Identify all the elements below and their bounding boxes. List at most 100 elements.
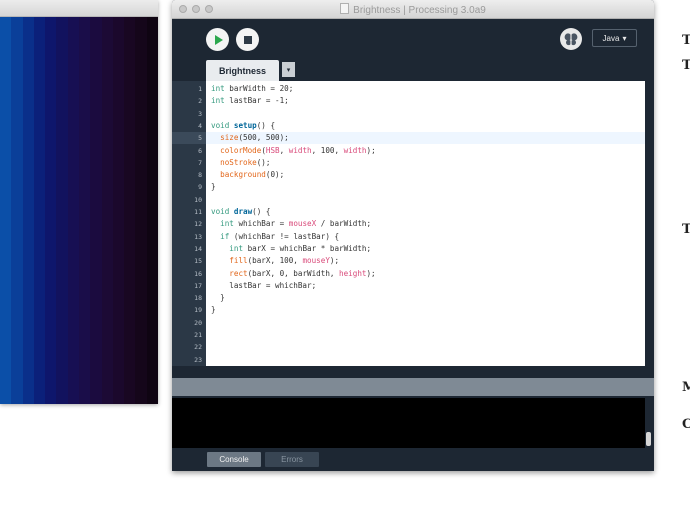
code-token: fill: [229, 256, 248, 266]
line-number: 16: [194, 269, 202, 278]
code-token: HSB: [265, 145, 280, 155]
code-token: );: [329, 256, 340, 266]
run-button[interactable]: [206, 28, 229, 51]
tab-brightness[interactable]: Brightness: [206, 60, 279, 81]
sketch-bar: [90, 17, 102, 404]
code-line: }: [211, 181, 650, 193]
line-number: 23: [194, 355, 202, 364]
line-number: 8: [198, 171, 202, 180]
code-token: rect: [229, 268, 248, 278]
code-token: setup: [233, 120, 257, 130]
ide-titlebar[interactable]: Brightness | Processing 3.0a9: [172, 0, 654, 19]
play-icon: [215, 34, 223, 45]
code-token: mouseY: [302, 256, 330, 266]
code-line: int lastBar = -1;: [211, 95, 650, 107]
code-line: void draw() {: [211, 206, 650, 218]
editor-scrollbar[interactable]: [645, 81, 654, 366]
sketch-bar: [78, 17, 91, 404]
code-token: );: [366, 268, 376, 278]
code-line: void setup() {: [211, 120, 650, 132]
line-number: 4: [198, 121, 202, 130]
sketch-bar: [146, 17, 158, 404]
line-number: 12: [194, 220, 202, 229]
code-token: barWidth = 20;: [224, 84, 294, 93]
sketch-output-window: [0, 0, 158, 404]
code-line: if (whichBar != lastBar) {: [211, 231, 650, 243]
line-number: 17: [194, 281, 202, 290]
code-token: (barX, 100,: [247, 256, 303, 266]
code-token: barX = whichBar * barWidth;: [243, 243, 372, 253]
code-token: int: [220, 219, 234, 229]
sketch-bar: [22, 17, 34, 404]
sketch-window-titlebar[interactable]: [0, 0, 158, 17]
code-line: int whichBar = mouseX / barWidth;: [211, 218, 650, 230]
code-line: lastBar = whichBar;: [211, 280, 650, 292]
sketch-bar: [112, 17, 125, 404]
tab-errors[interactable]: Errors: [265, 452, 319, 467]
edge-text-letter: M: [682, 380, 690, 395]
line-number: 20: [194, 318, 202, 327]
line-number: 22: [194, 343, 202, 352]
code-token: background: [220, 170, 266, 180]
document-icon: [340, 3, 350, 14]
code-line: background(0);: [211, 169, 650, 181]
line-number-gutter: 1 2 3 4 5 6 7 8 9 10 11 12 13 14 15 16 17 18 19 20 21 22 23: [172, 81, 206, 366]
code-token: (500, 500);: [238, 133, 289, 143]
code-text-area[interactable]: int barWidth = 20; int lastBar = -1; void …: [206, 81, 645, 366]
code-token: mouseX: [288, 219, 317, 229]
code-line: }: [211, 292, 650, 304]
edge-text-letter: T: [682, 222, 690, 237]
code-token: whichBar =: [233, 219, 289, 229]
line-number: 2: [198, 97, 202, 106]
console-scrollbar-thumb[interactable]: [646, 432, 651, 446]
code-token: width: [288, 145, 312, 155]
code-token: (0);: [265, 170, 285, 180]
code-token: noStroke: [220, 157, 257, 167]
chevron-down-icon: ▾: [286, 65, 291, 74]
code-line: }: [211, 304, 650, 316]
code-token: lastBar = -1;: [224, 96, 289, 106]
stop-button[interactable]: [236, 28, 259, 51]
sketch-canvas[interactable]: [0, 17, 158, 404]
stop-icon: [243, 35, 252, 44]
line-number: 14: [194, 244, 202, 253]
ide-footer: Console Errors: [172, 448, 654, 471]
debugger-button[interactable]: [560, 28, 582, 50]
code-token: () {: [256, 120, 276, 130]
code-token: int: [211, 84, 225, 93]
code-token: }: [211, 182, 216, 192]
code-token: width: [343, 145, 367, 155]
code-token: if: [220, 231, 230, 241]
code-token: void: [211, 120, 230, 130]
sketch-bar: [101, 17, 113, 404]
code-token: (whichBar != lastBar) {: [229, 231, 340, 241]
line-number: 19: [194, 306, 202, 315]
code-token: height: [339, 268, 367, 278]
code-token: colorMode: [220, 145, 262, 155]
line-number: 11: [194, 208, 202, 216]
line-number: 21: [194, 331, 202, 339]
console-output[interactable]: [172, 398, 645, 448]
line-number: 5: [198, 134, 202, 143]
code-token: int: [211, 96, 225, 106]
tab-menu-button[interactable]: ▾: [282, 62, 295, 77]
line-number: 3: [198, 109, 202, 118]
line-number: 1: [198, 85, 202, 93]
tab-console[interactable]: Console: [207, 452, 261, 467]
line-number: 9: [198, 183, 202, 192]
sketch-bar: [45, 17, 57, 404]
window-title: Brightness | Processing 3.0a9: [172, 3, 654, 16]
code-token: size: [220, 133, 239, 143]
code-token: () {: [252, 207, 271, 216]
mode-selector[interactable]: Java ▾: [592, 29, 637, 47]
line-number: 6: [198, 146, 202, 155]
code-line: int barX = whichBar * barWidth;: [211, 243, 650, 255]
